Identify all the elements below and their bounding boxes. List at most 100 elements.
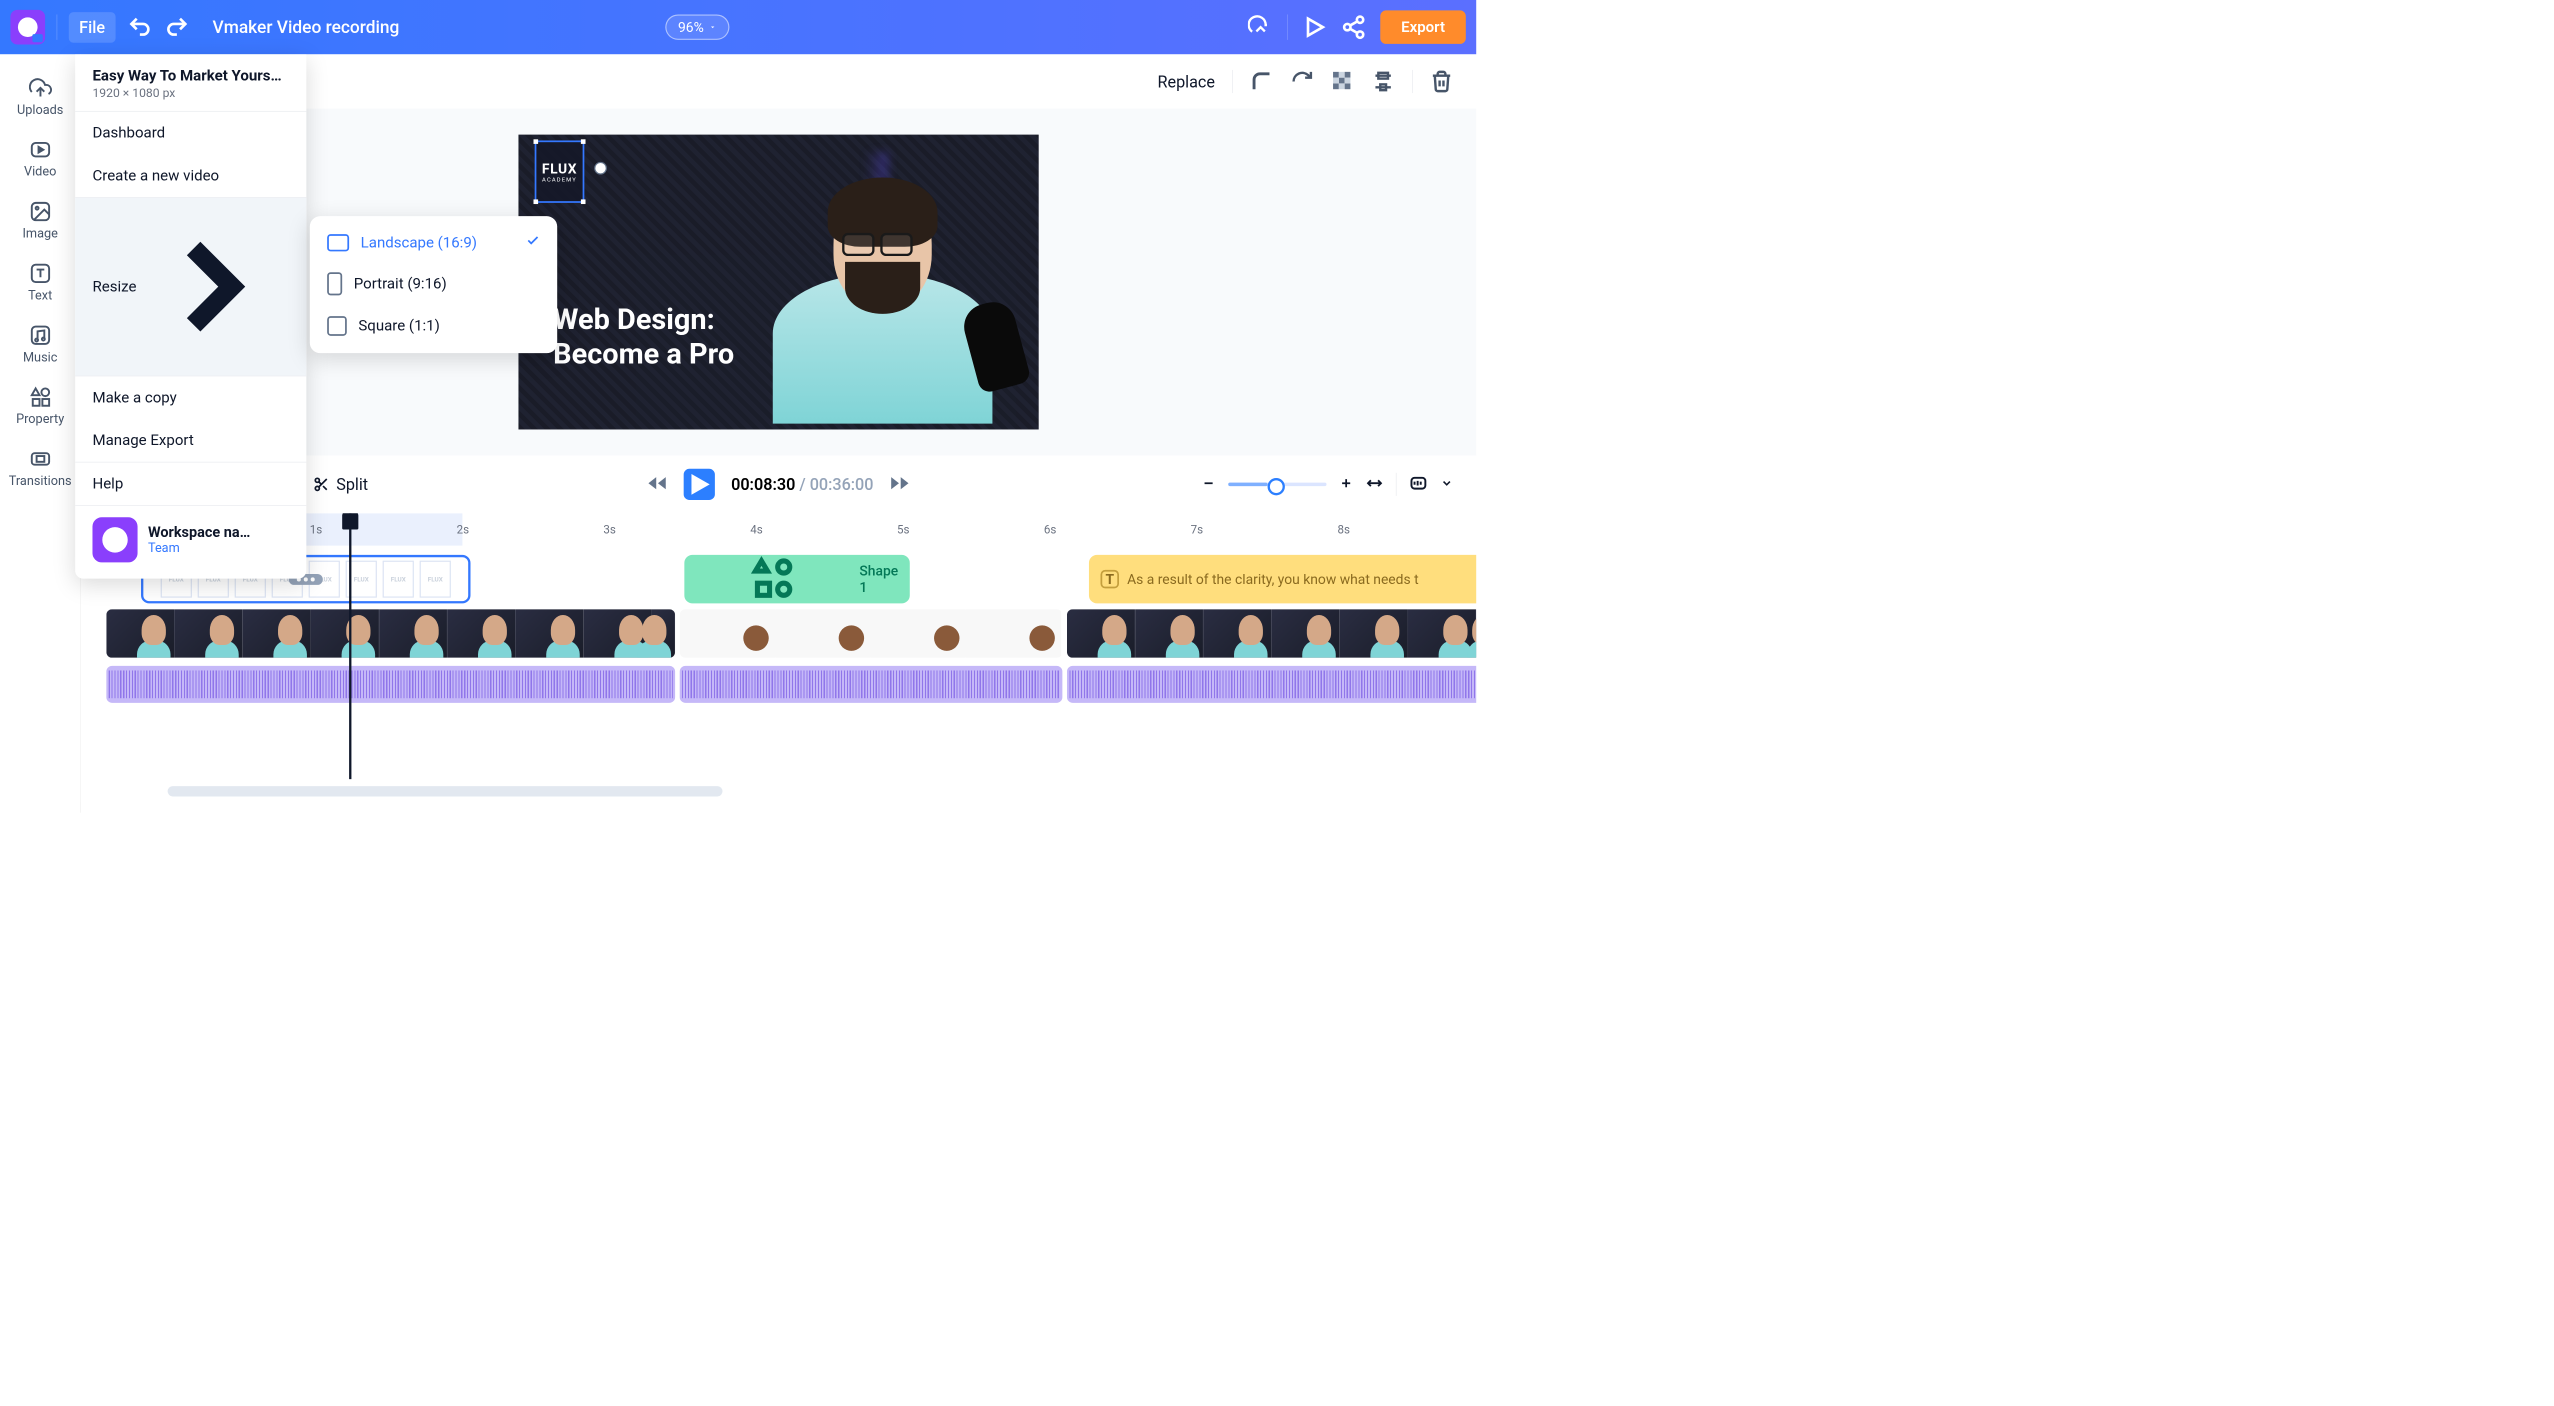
- video-clip-1[interactable]: [106, 609, 675, 658]
- sidebar-label: Transitions: [9, 474, 72, 488]
- app-logo[interactable]: [10, 10, 45, 45]
- rotate-icon[interactable]: [1291, 70, 1314, 93]
- overlay-track[interactable]: FLUXFLUXFLUXFLUXFLUXFLUXFLUXFLUX Shape 1…: [106, 555, 1476, 604]
- transparency-icon[interactable]: [1331, 70, 1354, 93]
- shape-clip[interactable]: Shape 1: [684, 555, 909, 604]
- landscape-icon: [327, 234, 349, 251]
- divider: [1412, 70, 1413, 93]
- menu-item-manage-export[interactable]: Manage Export: [75, 419, 306, 462]
- portrait-icon: [327, 272, 342, 295]
- project-title[interactable]: Vmaker Video recording: [213, 17, 400, 37]
- cloud-sync-icon[interactable]: [1248, 14, 1273, 39]
- file-dropdown-menu: Easy Way To Market Yours… 1920 × 1080 px…: [75, 54, 306, 578]
- divider: [1232, 70, 1233, 93]
- menu-item-create-video[interactable]: Create a new video: [75, 154, 306, 197]
- resize-option-square[interactable]: Square (1:1): [310, 306, 557, 346]
- file-menu-button[interactable]: File: [69, 12, 116, 43]
- ruler-mark: 4s: [750, 523, 762, 537]
- sidebar-label: Property: [16, 412, 64, 426]
- play-button[interactable]: [684, 469, 715, 500]
- ruler-mark: 6s: [1044, 523, 1056, 537]
- ruler-mark: 5s: [897, 523, 909, 537]
- split-button[interactable]: Split: [313, 475, 368, 494]
- resize-option-portrait[interactable]: Portrait (9:16): [310, 262, 557, 306]
- timeline-zoom-slider[interactable]: [1228, 483, 1326, 486]
- sidebar-item-transitions[interactable]: Transitions: [0, 437, 80, 499]
- audio-clip-3[interactable]: [1067, 666, 1476, 703]
- resize-submenu: Landscape (16:9) Portrait (9:16) Square …: [310, 216, 557, 353]
- align-icon[interactable]: [1372, 70, 1395, 93]
- left-sidebar: Uploads Video Image Text Music Property …: [0, 54, 81, 812]
- menu-item-dashboard[interactable]: Dashboard: [75, 112, 306, 155]
- share-icon[interactable]: [1341, 14, 1366, 39]
- forward-button[interactable]: [890, 473, 911, 496]
- zoom-out-button[interactable]: [1202, 476, 1216, 492]
- divider: [1287, 14, 1288, 39]
- shapes-icon: [29, 386, 52, 409]
- transitions-icon: [29, 447, 52, 470]
- sidebar-item-uploads[interactable]: Uploads: [0, 66, 80, 128]
- text-clip[interactable]: T As a result of the clarity, you know w…: [1089, 555, 1476, 604]
- shapes-icon: [696, 555, 851, 604]
- zoom-level-pill[interactable]: 96%: [665, 14, 729, 39]
- preview-play-icon[interactable]: [1302, 14, 1327, 39]
- audio-clip-2[interactable]: [680, 666, 1063, 703]
- sidebar-label: Text: [28, 288, 52, 302]
- square-icon: [327, 316, 347, 336]
- selected-logo-element[interactable]: FLUX ACADEMY: [535, 140, 585, 202]
- workspace-avatar: [92, 517, 137, 562]
- project-name: Easy Way To Market Yours…: [92, 67, 289, 84]
- rewind-button[interactable]: [647, 473, 668, 496]
- video-track[interactable]: [106, 609, 1476, 658]
- video-subject: [750, 169, 1016, 423]
- redo-icon[interactable]: [164, 14, 189, 39]
- menu-item-resize[interactable]: Resize: [75, 198, 306, 376]
- sidebar-item-image[interactable]: Image: [0, 190, 80, 252]
- video-overlay-text: Web Design: Become a Pro: [553, 302, 734, 371]
- playhead[interactable]: [349, 513, 351, 779]
- ruler-mark: 7s: [1191, 523, 1203, 537]
- ruler-mark: 1s: [310, 523, 322, 537]
- chevron-down-icon[interactable]: [1440, 477, 1453, 492]
- audio-track[interactable]: [106, 666, 1476, 703]
- music-icon: [29, 324, 52, 347]
- video-preview[interactable]: Web Design: Become a Pro FLUX ACADEMY: [518, 135, 1038, 430]
- sidebar-item-music[interactable]: Music: [0, 313, 80, 375]
- play-circle-icon: [29, 138, 52, 161]
- undo-icon[interactable]: [127, 14, 152, 39]
- divider: [1396, 473, 1397, 496]
- workspace-type: Team: [148, 541, 250, 555]
- text-icon: T: [1101, 570, 1119, 588]
- chevron-right-icon: [136, 210, 289, 363]
- topbar: File Vmaker Video recording 96% Export: [0, 0, 1476, 54]
- sidebar-item-video[interactable]: Video: [0, 128, 80, 190]
- menu-item-help[interactable]: Help: [75, 462, 306, 505]
- delete-icon[interactable]: [1430, 70, 1453, 93]
- check-icon: [526, 234, 540, 252]
- sidebar-item-property[interactable]: Property: [0, 375, 80, 437]
- replace-button[interactable]: Replace: [1158, 72, 1215, 91]
- horizontal-scrollbar[interactable]: [168, 786, 723, 796]
- ruler-mark: 2s: [457, 523, 469, 537]
- fit-width-button[interactable]: [1366, 475, 1383, 495]
- image-icon: [29, 200, 52, 223]
- cloud-upload-icon: [29, 76, 52, 99]
- sidebar-label: Music: [23, 350, 57, 364]
- resize-option-landscape[interactable]: Landscape (16:9): [310, 223, 557, 262]
- workspace-switcher[interactable]: Workspace na… Team: [75, 506, 306, 579]
- divider: [57, 14, 58, 39]
- menu-item-make-copy[interactable]: Make a copy: [75, 376, 306, 419]
- corner-radius-icon[interactable]: [1250, 70, 1273, 93]
- export-button[interactable]: Export: [1380, 10, 1465, 44]
- project-dimensions: 1920 × 1080 px: [92, 87, 289, 101]
- audio-clip-1[interactable]: [106, 666, 675, 703]
- time-display: 00:08:30 / 00:36:00: [731, 475, 873, 494]
- zoom-value: 96%: [678, 19, 704, 35]
- video-clip-3[interactable]: [1067, 609, 1476, 658]
- video-clip-2[interactable]: [680, 609, 1063, 658]
- sidebar-item-text[interactable]: Text: [0, 251, 80, 313]
- zoom-in-button[interactable]: [1339, 476, 1353, 492]
- rotate-handle-icon[interactable]: [594, 162, 607, 175]
- timeline-settings-button[interactable]: [1409, 474, 1427, 495]
- workspace-name: Workspace na…: [148, 524, 250, 541]
